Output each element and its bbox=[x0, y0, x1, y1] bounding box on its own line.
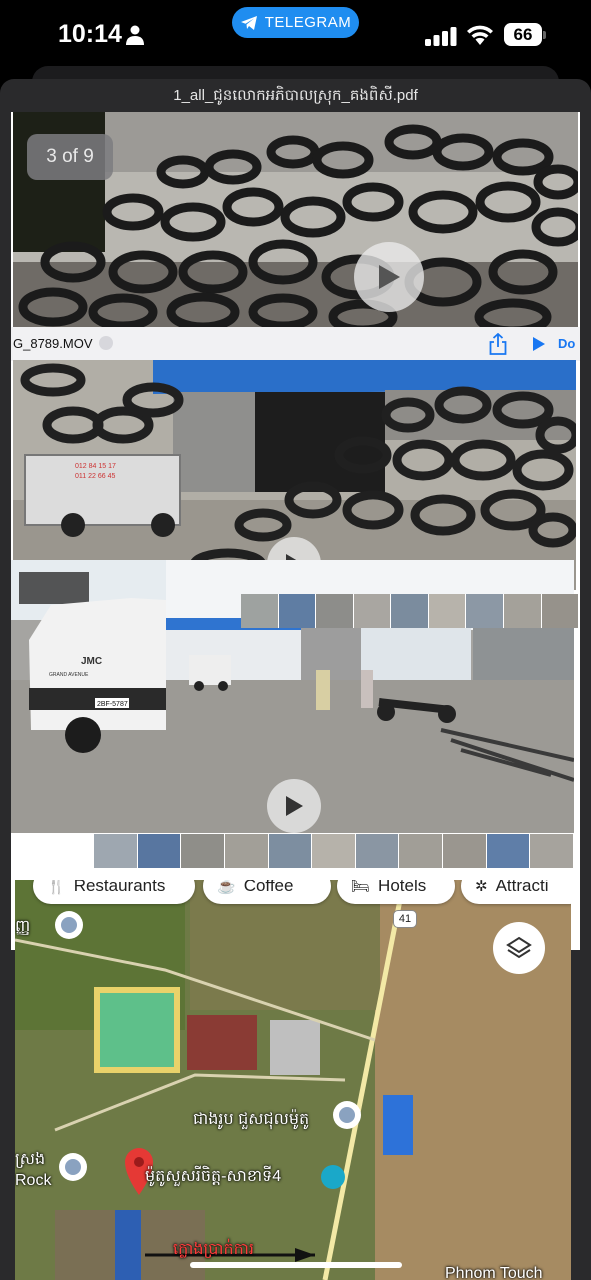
person-icon bbox=[126, 25, 144, 45]
chip-restaurants-label: Restaurants bbox=[73, 880, 166, 895]
truck-plate: 2BF-5787 bbox=[97, 701, 128, 708]
telegram-return-pill[interactable]: TELEGRAM bbox=[232, 7, 359, 38]
restaurant-icon: 🍴 bbox=[47, 880, 66, 895]
video-scrubber-thumbnails-1[interactable] bbox=[241, 594, 580, 628]
coffee-icon: ☕ bbox=[217, 880, 236, 895]
truck-phone-1: 012 84 15 17 bbox=[75, 463, 116, 470]
battery-tip bbox=[543, 31, 546, 39]
video-filename: G_8789.MOV bbox=[13, 336, 93, 351]
hotel-icon: 🛏 bbox=[351, 880, 371, 895]
clock: 10:14 bbox=[58, 20, 122, 48]
status-bar: 10:14 TELEGRAM 66 bbox=[0, 0, 591, 70]
map-label-red: ក្លោងប្រាក់ការ bbox=[173, 1241, 254, 1258]
map-label-place2[interactable]: ម៉ូតូសួសរីចិត្ត-សាខាទី4 bbox=[145, 1165, 281, 1189]
telegram-icon bbox=[240, 15, 257, 30]
truck-phone-2: 011 22 66 45 bbox=[75, 473, 115, 480]
video-play-button-1[interactable] bbox=[354, 242, 424, 312]
video-action-label[interactable]: Do bbox=[558, 336, 575, 351]
map-satellite-view[interactable]: 🍴 Restaurants ☕ Coffee 🛏 Hotels ✲ Attrac… bbox=[15, 880, 571, 1280]
pdf-page[interactable]: 3 of 9 G_8789.MOV Do 012 84 15 17 011 22… bbox=[11, 112, 580, 950]
chip-restaurants[interactable]: 🍴 Restaurants bbox=[33, 880, 195, 904]
screen: 10:14 TELEGRAM 66 1_all_ជូនលោកអភិបាលស្រុ… bbox=[0, 0, 591, 1280]
play-icon bbox=[379, 265, 400, 289]
document-title: 1_all_ជូនលោកអភិបាលស្រុក_គងពិសី.pdf bbox=[173, 87, 418, 104]
map-layers-button[interactable] bbox=[493, 922, 545, 974]
video-play-button-3[interactable] bbox=[267, 779, 321, 833]
map-label-phnom-touch: Phnom Touch bbox=[445, 1265, 543, 1280]
telegram-pill-label: TELEGRAM bbox=[264, 14, 352, 31]
home-indicator[interactable] bbox=[190, 1262, 402, 1268]
chip-coffee-label: Coffee bbox=[243, 880, 294, 895]
chip-attractions[interactable]: ✲ Attracti bbox=[461, 880, 571, 904]
chip-coffee[interactable]: ☕ Coffee bbox=[203, 880, 331, 904]
signal-icon bbox=[425, 27, 457, 46]
chevron-down-icon[interactable] bbox=[99, 336, 113, 350]
play-icon bbox=[286, 796, 303, 816]
route-number-badge: 41 bbox=[393, 910, 417, 928]
video-attachment-bar: G_8789.MOV Do bbox=[11, 327, 580, 361]
truck-model: GRAND AVENUE bbox=[49, 672, 89, 678]
chip-hotels-label: Hotels bbox=[378, 880, 427, 895]
map-label-rock: Rock bbox=[15, 1172, 52, 1189]
chip-attractions-label: Attracti bbox=[495, 880, 549, 895]
battery-icon: 66 bbox=[504, 23, 542, 46]
video-scrubber-thumbnails-2[interactable] bbox=[94, 834, 575, 868]
wifi-icon bbox=[467, 25, 493, 45]
map-label-rock-khmer: ស្រង bbox=[15, 1151, 46, 1168]
share-icon[interactable] bbox=[489, 333, 507, 355]
satellite-map-illustration bbox=[15, 880, 571, 1280]
chip-hotels[interactable]: 🛏 Hotels bbox=[337, 880, 455, 904]
map-label-place1[interactable]: ជាងរូប ជួសជុលម៉ូតូ bbox=[193, 1108, 309, 1132]
page-indicator: 3 of 9 bbox=[27, 134, 113, 180]
play-video-icon[interactable] bbox=[532, 336, 546, 352]
map-label-top-left: ញ្ញ bbox=[15, 918, 31, 935]
layers-icon bbox=[506, 936, 532, 959]
truck-brand: JMC bbox=[81, 656, 102, 667]
attraction-icon: ✲ bbox=[475, 880, 488, 895]
